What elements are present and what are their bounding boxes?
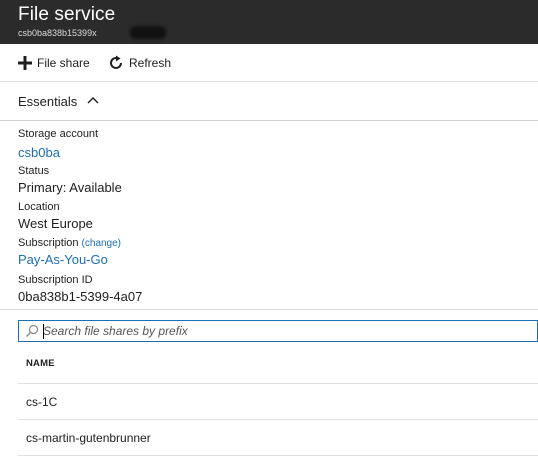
status-label: Status xyxy=(18,165,50,177)
subscription-label: Subscription xyxy=(18,237,79,249)
search-input[interactable] xyxy=(43,322,523,340)
location-value: West Europe xyxy=(18,216,93,231)
table-row[interactable]: cs-1C xyxy=(18,384,538,420)
file-share-name: cs-martin-gutenbrunner xyxy=(26,431,151,445)
essentials-label: Essentials xyxy=(18,94,78,109)
storage-account-link[interactable]: csb0ba xyxy=(18,145,60,160)
redaction-mask xyxy=(130,26,166,39)
plus-icon xyxy=(18,56,32,70)
add-file-share-button[interactable]: File share xyxy=(18,53,90,73)
refresh-label: Refresh xyxy=(129,56,172,70)
page-title: File service xyxy=(18,4,116,25)
search-box[interactable] xyxy=(18,320,538,342)
search-icon xyxy=(26,324,39,337)
subscription-label-row: Subscription (change) xyxy=(18,237,121,249)
refresh-button[interactable]: Refresh xyxy=(108,53,171,73)
file-share-name: cs-1C xyxy=(26,395,58,409)
subscription-link[interactable]: Pay-As-You-Go xyxy=(18,252,108,267)
section-divider xyxy=(0,309,538,310)
subscription-id-value: 0ba838b1-5399-4a07 xyxy=(18,289,143,304)
chevron-up-icon xyxy=(87,97,99,104)
text-cursor xyxy=(43,324,44,339)
subscription-id-label: Subscription ID xyxy=(18,274,93,286)
row-divider xyxy=(18,455,538,456)
location-label: Location xyxy=(18,201,60,213)
add-file-share-label: File share xyxy=(37,56,90,70)
column-header-name[interactable]: NAME xyxy=(26,358,55,369)
page-subtitle: csb0ba838b15399x xyxy=(18,28,97,38)
status-value: Primary: Available xyxy=(18,180,122,195)
command-bar: File share Refresh xyxy=(0,44,538,82)
blade-header: File service csb0ba838b15399x xyxy=(0,0,538,44)
essentials-toggle[interactable]: Essentials xyxy=(0,82,538,121)
change-subscription-link[interactable]: (change) xyxy=(82,238,121,249)
storage-account-label: Storage account xyxy=(18,128,99,140)
table-row[interactable]: cs-martin-gutenbrunner xyxy=(18,420,538,456)
refresh-icon xyxy=(110,55,122,69)
